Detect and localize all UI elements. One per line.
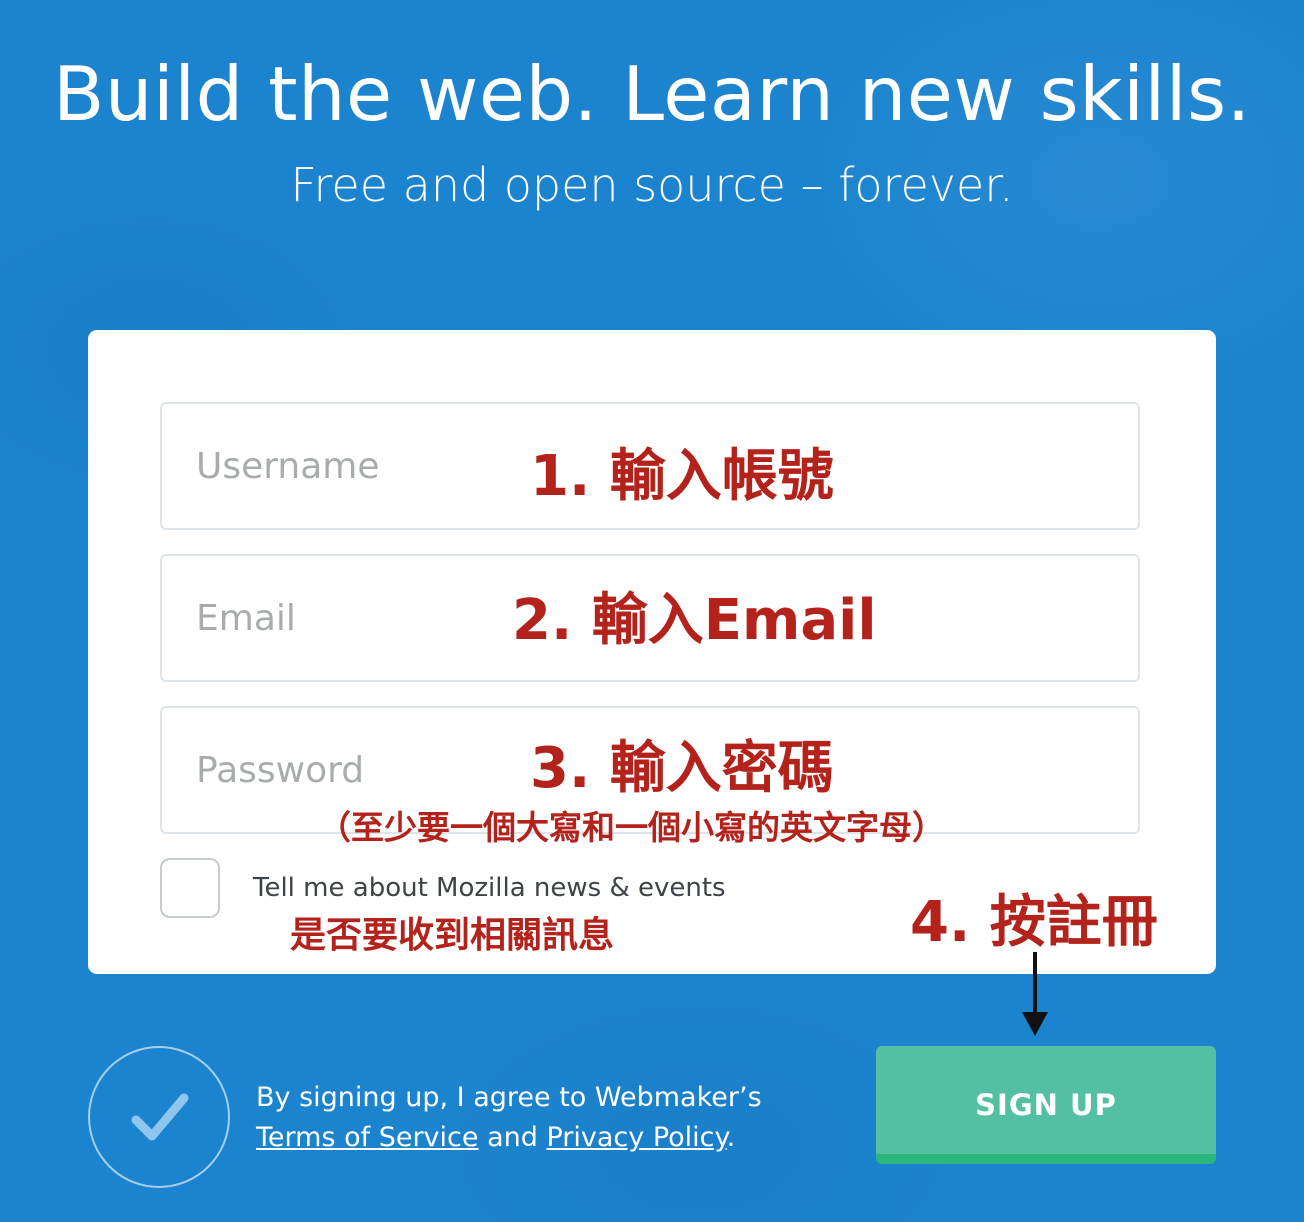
annotation-step3: 3. 輸入密碼	[530, 736, 834, 801]
page-subtitle: Free and open source – forever.	[290, 158, 1014, 212]
annotation-step1: 1. 輸入帳號	[530, 444, 834, 509]
annotation-step4: 4. 按註冊	[910, 890, 1158, 955]
agree-text: By signing up, I agree to Webmaker’s	[256, 1082, 762, 1113]
newsletter-checkbox[interactable]	[160, 858, 220, 918]
period-text: .	[726, 1122, 736, 1153]
terms-of-service-link[interactable]: Terms of Service	[256, 1122, 479, 1153]
annotation-password-note: （至少要一個大寫和一個小寫的英文字母）	[318, 808, 945, 847]
arrow-down-icon	[1022, 952, 1048, 1036]
agree-badge	[88, 1046, 230, 1188]
page-title: Build the web. Learn new skills.	[52, 50, 1252, 138]
terms-agreement: By signing up, I agree to Webmaker’s Ter…	[256, 1078, 776, 1158]
annotation-step2: 2. 輸入Email	[512, 588, 877, 653]
and-text: and	[487, 1122, 538, 1153]
signup-button[interactable]: SIGN UP	[876, 1046, 1216, 1164]
annotation-checkbox-note: 是否要收到相關訊息	[290, 915, 615, 956]
checkmark-icon	[131, 1093, 189, 1141]
privacy-policy-link[interactable]: Privacy Policy	[546, 1122, 726, 1153]
newsletter-label: Tell me about Mozilla news & events	[253, 873, 726, 903]
